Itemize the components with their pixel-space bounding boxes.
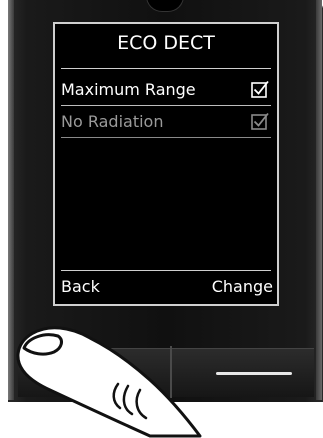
phone-right-rim bbox=[316, 0, 322, 400]
option-divider bbox=[61, 105, 271, 106]
checkbox-checked-icon[interactable] bbox=[251, 80, 269, 98]
right-display-key[interactable] bbox=[216, 372, 292, 375]
finger-pointer-icon bbox=[16, 326, 202, 438]
option-no-radiation[interactable]: No Radiation bbox=[61, 108, 271, 138]
title-divider bbox=[61, 68, 271, 69]
option-maximum-range[interactable]: Maximum Range bbox=[61, 76, 271, 106]
screen-title: ECO DECT bbox=[117, 32, 215, 54]
option-label: No Radiation bbox=[61, 112, 164, 131]
option-label: Maximum Range bbox=[61, 80, 196, 99]
option-divider bbox=[61, 137, 271, 138]
back-softkey[interactable]: Back bbox=[61, 277, 100, 296]
softkey-divider bbox=[61, 270, 271, 271]
display-screen: ECO DECT Maximum Range No Radiation Back… bbox=[53, 22, 279, 306]
checkbox-checked-icon[interactable] bbox=[251, 112, 269, 130]
change-softkey[interactable]: Change bbox=[212, 277, 273, 296]
